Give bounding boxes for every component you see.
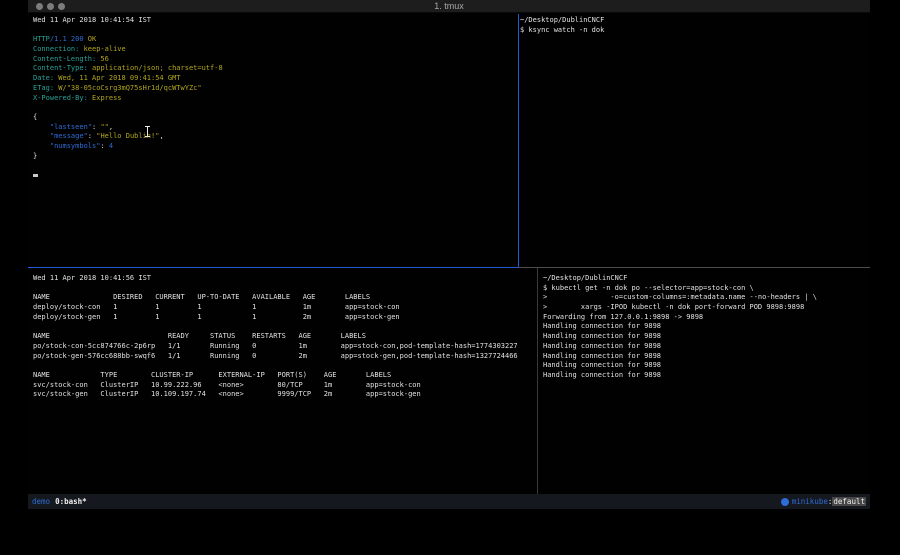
zoom-button[interactable] [58, 3, 65, 10]
kube-namespace: default [832, 497, 866, 506]
http-reason: OK [84, 35, 97, 43]
terminal-window: 1. tmux Wed 11 Apr 2018 10:41:54 IST HTT… [28, 0, 870, 509]
json-field: "lastseen": "", [33, 123, 517, 133]
kubernetes-helm-icon [781, 498, 789, 506]
window-titlebar[interactable]: 1. tmux [28, 0, 870, 13]
http-status-line: HTTP/1.1 200 OK [33, 35, 517, 45]
kube-context: minikube [792, 497, 828, 506]
pane-ksync[interactable]: ~/Desktop/DublinCNCF $ ksync watch -n do… [520, 16, 868, 35]
pane-divider-vertical-bottom [537, 268, 538, 494]
tmux-status-bar: demo 0:bash* minikube : default [28, 494, 870, 509]
timestamp: Wed 11 Apr 2018 10:41:56 IST [33, 274, 535, 284]
terminal-cursor [33, 174, 38, 177]
json-field: "numsymbols": 4 [33, 142, 517, 152]
json-field: "message": "Hello Dublin!", [33, 132, 517, 142]
timestamp: Wed 11 Apr 2018 10:41:54 IST [33, 16, 517, 26]
port-forward-log: ~/Desktop/DublinCNCF$ kubectl get -n dok… [543, 274, 868, 381]
minimize-button[interactable] [47, 3, 54, 10]
http-header: ETag: W/"38-05coCsrg3mQ75sHr1d/qcWTwYZc" [33, 84, 517, 94]
traffic-lights [36, 3, 65, 10]
pane-http-response[interactable]: Wed 11 Apr 2018 10:41:54 IST HTTP/1.1 20… [33, 16, 517, 181]
close-button[interactable] [36, 3, 43, 10]
mouse-cursor-ibeam [145, 126, 150, 137]
tmux-session-name: demo [32, 497, 50, 506]
window-title: 1. tmux [28, 0, 870, 13]
pane-divider-horizontal-right [518, 267, 870, 268]
json-open-brace: { [33, 113, 517, 123]
tmux-terminal: Wed 11 Apr 2018 10:41:54 IST HTTP/1.1 20… [28, 14, 870, 494]
pane-divider-vertical-top [518, 14, 519, 267]
json-close-brace: } [33, 152, 517, 162]
http-header: Connection: keep-alive [33, 45, 517, 55]
http-header: X-Powered-By: Express [33, 94, 517, 104]
pane-kubectl-resources[interactable]: Wed 11 Apr 2018 10:41:56 IST NAME DESIRE… [33, 274, 535, 400]
cwd-line: ~/Desktop/DublinCNCF [520, 16, 868, 26]
http-version-code: /1.1 200 [50, 35, 84, 43]
cursor-line [33, 171, 517, 181]
http-header: Date: Wed, 11 Apr 2018 09:41:54 GMT [33, 74, 517, 84]
kubectl-tables: NAME DESIRED CURRENT UP-TO-DATE AVAILABL… [33, 293, 535, 400]
http-protocol: HTTP [33, 35, 50, 43]
http-header: Content-Type: application/json; charset=… [33, 64, 517, 74]
ksync-command: $ ksync watch -n dok [520, 26, 868, 36]
pane-divider-horizontal-left [28, 267, 518, 268]
tmux-window-tab[interactable]: 0:bash* [55, 497, 87, 506]
http-header: Content-Length: 56 [33, 55, 517, 65]
pane-port-forward[interactable]: ~/Desktop/DublinCNCF$ kubectl get -n dok… [543, 274, 868, 381]
